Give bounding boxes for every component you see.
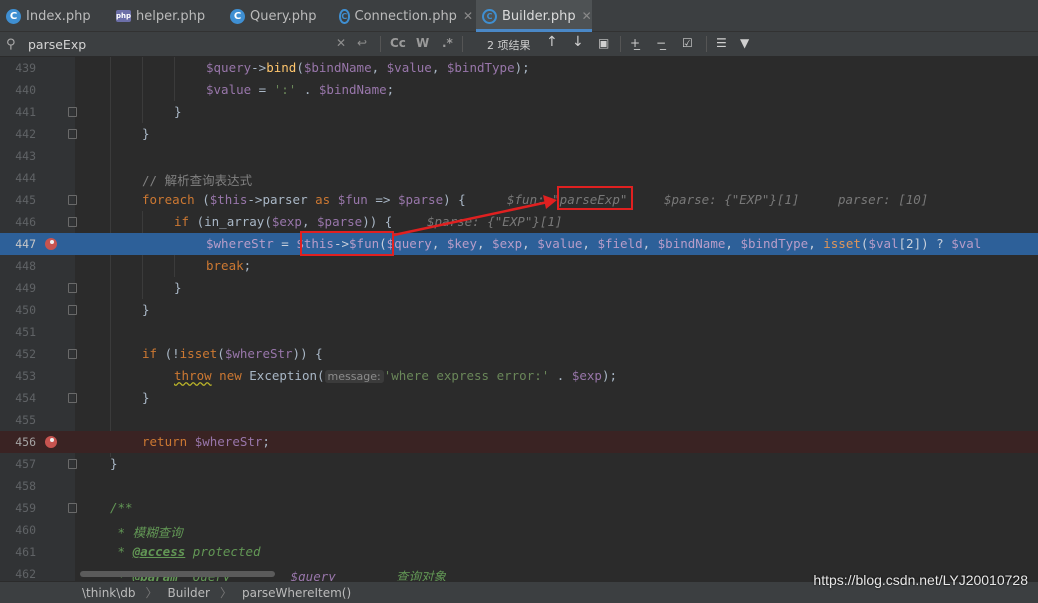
regex-toggle[interactable]: .* [442,36,453,50]
watermark: https://blog.csdn.net/LYJ20010728 [813,572,1028,588]
breadcrumb-separator: 〉 [145,586,158,600]
tab-label: Query.php [250,8,317,24]
close-icon[interactable]: ✕ [582,9,592,23]
whole-words-toggle[interactable]: W [416,36,429,50]
php-file-icon: php [116,10,132,22]
separator [706,36,707,52]
separator [620,36,621,52]
match-case-toggle[interactable]: Cc [390,36,406,50]
filter-icon[interactable]: ▼ [740,36,749,50]
php-class-icon: C [6,8,21,24]
history-icon[interactable]: ↩ [357,36,367,50]
editor-tab-bar: C Index.php php helper.php C Query.php C… [0,0,1038,32]
remove-selection-icon[interactable]: −̲ [656,36,666,50]
tab-label: Builder.php [502,8,576,24]
breadcrumb-item[interactable]: Builder [168,586,210,600]
tab-builder-php[interactable]: C Builder.php ✕ [476,0,592,32]
tab-label: Index.php [26,8,91,24]
add-selection-icon[interactable]: +̲ [630,36,640,50]
open-in-window-icon[interactable]: ▣ [598,36,609,50]
previous-occurrence-icon[interactable]: ↑ [546,34,558,50]
separator [380,36,381,52]
breadcrumb-separator: 〉 [220,586,233,600]
search-input[interactable]: parseExp [28,37,328,52]
select-all-occurrences-icon[interactable]: ☑ [682,36,693,50]
tab-helper-php[interactable]: php helper.php [116,0,226,32]
tab-query-php[interactable]: C Query.php [230,0,334,32]
next-occurrence-icon[interactable]: ↓ [572,34,584,50]
annotation-arrow [393,195,557,237]
php-abstract-class-icon: C [482,8,497,24]
search-result-count: 2 项结果 [487,39,531,52]
code-editor[interactable]: 439 $query->bind($bindName, $value, $bin… [0,57,1038,581]
tab-label: helper.php [136,8,206,24]
search-icon[interactable]: ⚲ [6,37,24,52]
breadcrumb-item[interactable]: \think\db [82,586,136,600]
tab-connection-php[interactable]: C Connection.php ✕ [339,0,473,32]
separator [462,36,463,52]
filter-lines-icon[interactable]: ☰ [716,36,727,50]
close-icon[interactable]: ✕ [463,9,473,23]
clear-search-icon[interactable]: ✕ [336,36,346,50]
find-bar: ⚲ parseExp ✕ ↩ Cc W .* 2 项结果 ↑ ↓ ▣ +̲ −̲… [0,32,1038,57]
tab-index-php[interactable]: C Index.php [6,0,112,32]
php-abstract-class-icon: C [339,8,350,24]
breadcrumb-item[interactable]: parseWhereItem() [242,586,351,600]
tab-label: Connection.php [354,8,457,24]
php-class-icon: C [230,8,245,24]
